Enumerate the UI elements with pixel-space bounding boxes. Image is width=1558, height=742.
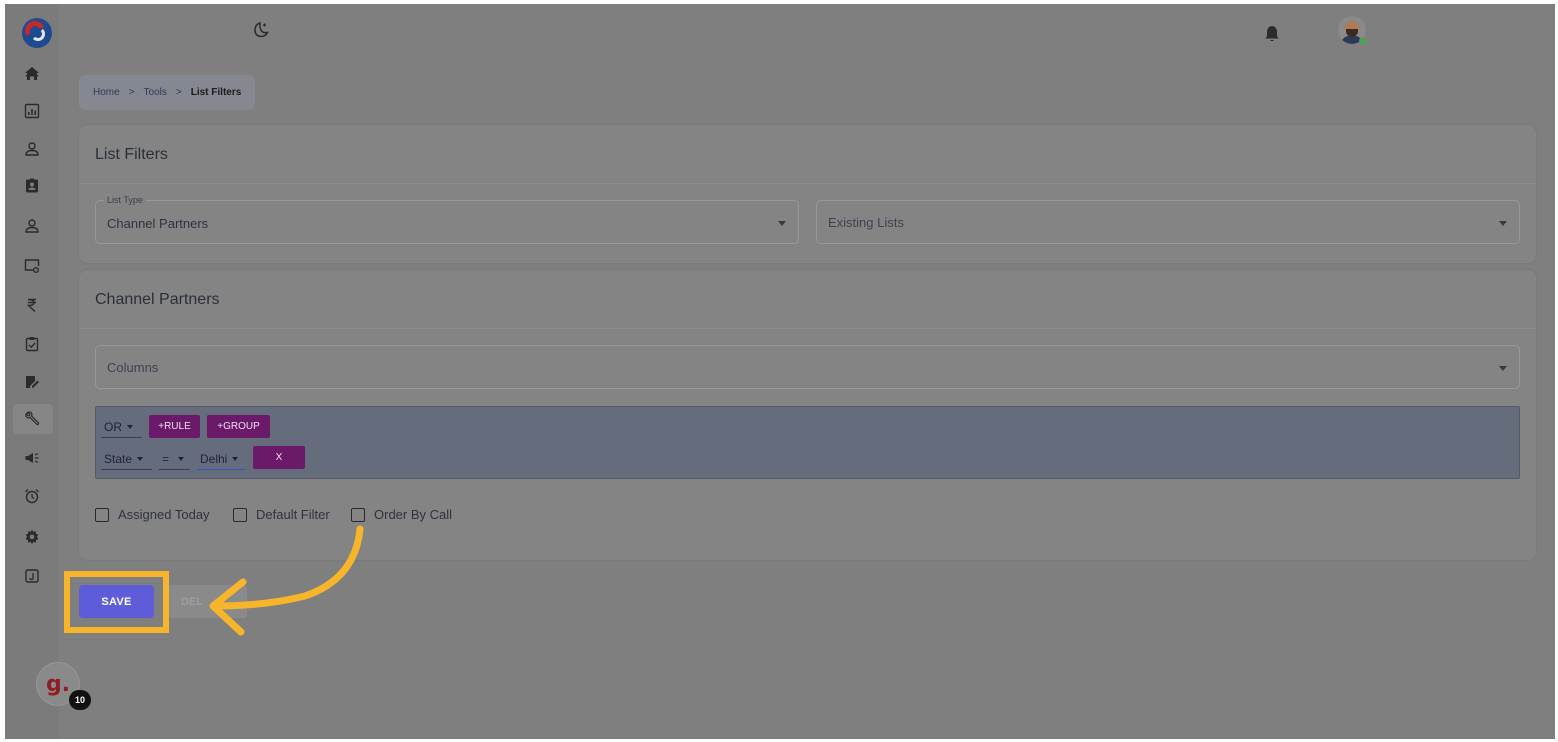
add-rule-button[interactable]: +RULE (149, 415, 200, 438)
combinator-select[interactable]: OR (101, 416, 142, 438)
chevron-down-icon (127, 424, 133, 429)
tools-icon[interactable] (21, 408, 43, 430)
checkbox-label: Order By Call (374, 507, 453, 522)
chevron-down-icon (778, 221, 786, 226)
user-icon[interactable] (21, 215, 43, 237)
rule-field-value: State (104, 451, 133, 466)
rule-value-value: Delhi (200, 451, 228, 466)
breadcrumb-separator: > (175, 87, 182, 98)
journal-icon[interactable] (21, 565, 43, 587)
default-filter-checkbox[interactable]: Default Filter (233, 507, 330, 522)
existing-lists-select[interactable]: Existing Lists (816, 200, 1520, 244)
card-title: Channel Partners (95, 291, 220, 308)
breadcrumb: Home > Tools > List Filters (79, 75, 256, 110)
add-group-button[interactable]: +GROUP (207, 415, 270, 438)
rule-operator-select[interactable]: = (159, 448, 190, 470)
rule-field-select[interactable]: State (101, 448, 152, 470)
remove-rule-button[interactable]: X (253, 446, 305, 469)
rule-value-select[interactable]: Delhi (197, 448, 246, 470)
chevron-down-icon (137, 456, 144, 461)
monitor-settings-icon[interactable] (21, 255, 43, 277)
checkbox-label: Default Filter (256, 507, 330, 522)
assigned-today-checkbox[interactable]: Assigned Today (95, 507, 210, 522)
rule-operator-value: = (162, 451, 170, 466)
chevron-down-icon (1499, 221, 1507, 226)
list-type-label: List Type (104, 195, 146, 205)
existing-lists-placeholder: Existing Lists (828, 215, 904, 230)
app-window: Home > Tools > List Filters List Filters… (5, 4, 1555, 739)
save-highlight-box (64, 571, 169, 633)
grammarly-badge: 10 (69, 690, 91, 710)
breadcrumb-home[interactable]: Home (93, 87, 120, 98)
breadcrumb-separator: > (128, 87, 135, 98)
chevron-down-icon (1499, 366, 1507, 371)
online-status-dot (1359, 37, 1367, 45)
combinator-value: OR (104, 419, 122, 434)
columns-select[interactable]: Columns (95, 345, 1520, 389)
pointer-arrow-icon (209, 525, 364, 636)
app-logo[interactable] (22, 18, 52, 48)
moon-icon[interactable] (251, 20, 271, 40)
user-icon[interactable] (21, 138, 43, 160)
card-divider (79, 328, 1536, 329)
columns-placeholder: Columns (107, 360, 159, 375)
clipboard-check-icon[interactable] (21, 333, 43, 355)
order-by-call-checkbox[interactable]: Order By Call (351, 507, 452, 522)
chevron-down-icon (178, 456, 185, 461)
alarm-clock-icon[interactable] (21, 485, 43, 507)
id-badge-icon[interactable] (21, 175, 43, 197)
breadcrumb-tools[interactable]: Tools (144, 87, 167, 98)
checkbox-label: Assigned Today (118, 507, 210, 522)
checkbox-box[interactable] (233, 507, 247, 522)
card-divider (79, 183, 1536, 184)
bell-icon[interactable] (1263, 24, 1281, 44)
list-type-select[interactable]: List Type Channel Partners (95, 195, 799, 244)
channel-partners-card: Channel Partners Columns OR +RULE +GROUP… (79, 270, 1536, 560)
chart-icon[interactable] (21, 100, 43, 122)
list-type-value: Channel Partners (107, 216, 209, 231)
list-filters-card: List Filters List Type Channel Partners … (79, 125, 1536, 263)
megaphone-icon[interactable] (21, 447, 43, 469)
card-title: List Filters (95, 146, 168, 163)
sidebar (5, 4, 59, 739)
edit-icon[interactable] (21, 371, 43, 393)
rupee-icon[interactable] (21, 294, 43, 316)
gear-icon[interactable] (21, 526, 43, 548)
query-builder: OR +RULE +GROUP State = Delhi X (95, 406, 1520, 479)
home-icon[interactable] (21, 63, 43, 85)
breadcrumb-current: List Filters (190, 87, 242, 98)
chevron-down-icon (232, 456, 239, 461)
checkbox-box[interactable] (351, 507, 365, 522)
checkbox-box[interactable] (95, 507, 109, 522)
